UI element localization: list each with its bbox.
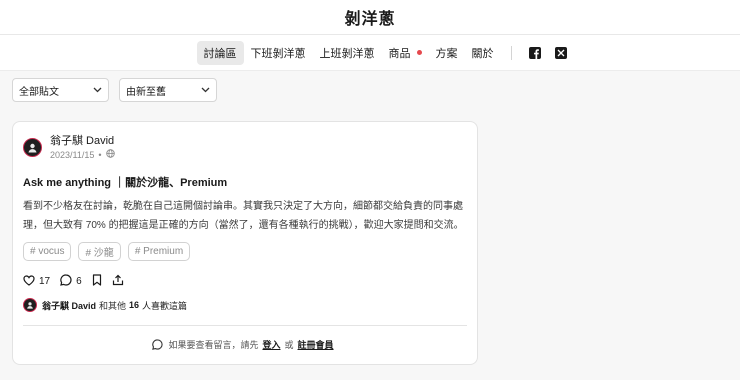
login-link[interactable]: 登入: [262, 338, 280, 351]
comment-prompt-text: 如果要查看留言，請先: [168, 340, 259, 350]
comment-button[interactable]: 6: [60, 274, 82, 289]
share-icon: [112, 274, 124, 289]
author-name[interactable]: 翁子騏 David: [50, 134, 115, 148]
like-count: 17: [39, 276, 51, 287]
liker-name[interactable]: 翁子騏 David: [42, 299, 96, 312]
share-button[interactable]: [112, 274, 124, 289]
comment-icon: [152, 339, 164, 350]
nav-item-products-label: 商品: [388, 47, 411, 60]
nav-item-forum[interactable]: 討論區: [196, 40, 244, 65]
comment-login-prompt: 如果要查看留言，請先 登入 或 註冊會員: [23, 338, 467, 351]
x-icon[interactable]: [551, 43, 571, 63]
avatar[interactable]: [23, 137, 42, 157]
likes-summary: 翁子騏 David 和其他 16 人喜歡這篇: [23, 298, 467, 312]
chevron-down-icon: [201, 85, 210, 96]
nav-divider: [510, 45, 512, 60]
avatar: [23, 298, 37, 312]
category-select[interactable]: 全部貼文: [12, 78, 109, 102]
filter-bar: 全部貼文 由新至舊: [12, 78, 217, 102]
tag-chip[interactable]: # vocus: [23, 242, 72, 261]
post-actions: 17 6: [23, 274, 467, 289]
bookmark-button[interactable]: [92, 274, 102, 289]
tag-list: # vocus # 沙龍 # Premium: [23, 242, 467, 261]
globe-icon: [105, 149, 115, 160]
post-body: 看到不少格友在討論，乾脆在自己這開個討論串。其實我只決定了大方向，細節都交給負責…: [23, 201, 464, 231]
heart-icon: [23, 274, 35, 289]
register-link[interactable]: 註冊會員: [298, 338, 334, 351]
sort-select-value: 由新至舊: [126, 86, 166, 98]
sort-select[interactable]: 由新至舊: [119, 78, 217, 102]
card-divider: [23, 325, 467, 326]
comment-count: 6: [76, 276, 82, 287]
post-card[interactable]: 翁子騏 David 2023/11/15 • Ask me anything ｜…: [12, 121, 478, 365]
new-badge-dot: [416, 50, 422, 55]
facebook-icon[interactable]: [525, 43, 545, 63]
comment-icon: [60, 274, 72, 289]
nav-item-plans[interactable]: 方案: [429, 41, 465, 65]
nav-item-about[interactable]: 關於: [465, 41, 501, 65]
post-title[interactable]: Ask me anything ｜關於沙龍、Premium: [23, 174, 467, 190]
like-button[interactable]: 17: [23, 274, 51, 289]
chevron-down-icon: [93, 85, 102, 96]
post-author-row: 翁子騏 David 2023/11/15 •: [23, 134, 467, 160]
category-select-value: 全部貼文: [19, 86, 59, 98]
likes-suffix: 人喜歡這篇: [142, 300, 188, 311]
main-nav: 討論區 下班剝洋蔥 上班剝洋蔥 商品 方案 關於: [0, 35, 740, 71]
nav-item-products[interactable]: 商品: [382, 41, 429, 65]
site-title[interactable]: 剝洋蔥: [344, 5, 395, 29]
tag-chip[interactable]: # Premium: [127, 242, 191, 261]
top-bar: 剝洋蔥: [0, 0, 740, 35]
likes-and-others: 和其他: [99, 300, 127, 311]
tag-chip[interactable]: # 沙龍: [78, 242, 121, 261]
nav-item-after-work[interactable]: 下班剝洋蔥: [244, 41, 313, 65]
post-date: 2023/11/15: [50, 149, 95, 160]
meta-separator: •: [98, 149, 102, 160]
likes-others-count: 16: [129, 300, 140, 310]
nav-item-at-work[interactable]: 上班剝洋蔥: [313, 41, 382, 65]
bookmark-icon: [92, 274, 102, 289]
comment-prompt-or: 或: [284, 340, 294, 350]
